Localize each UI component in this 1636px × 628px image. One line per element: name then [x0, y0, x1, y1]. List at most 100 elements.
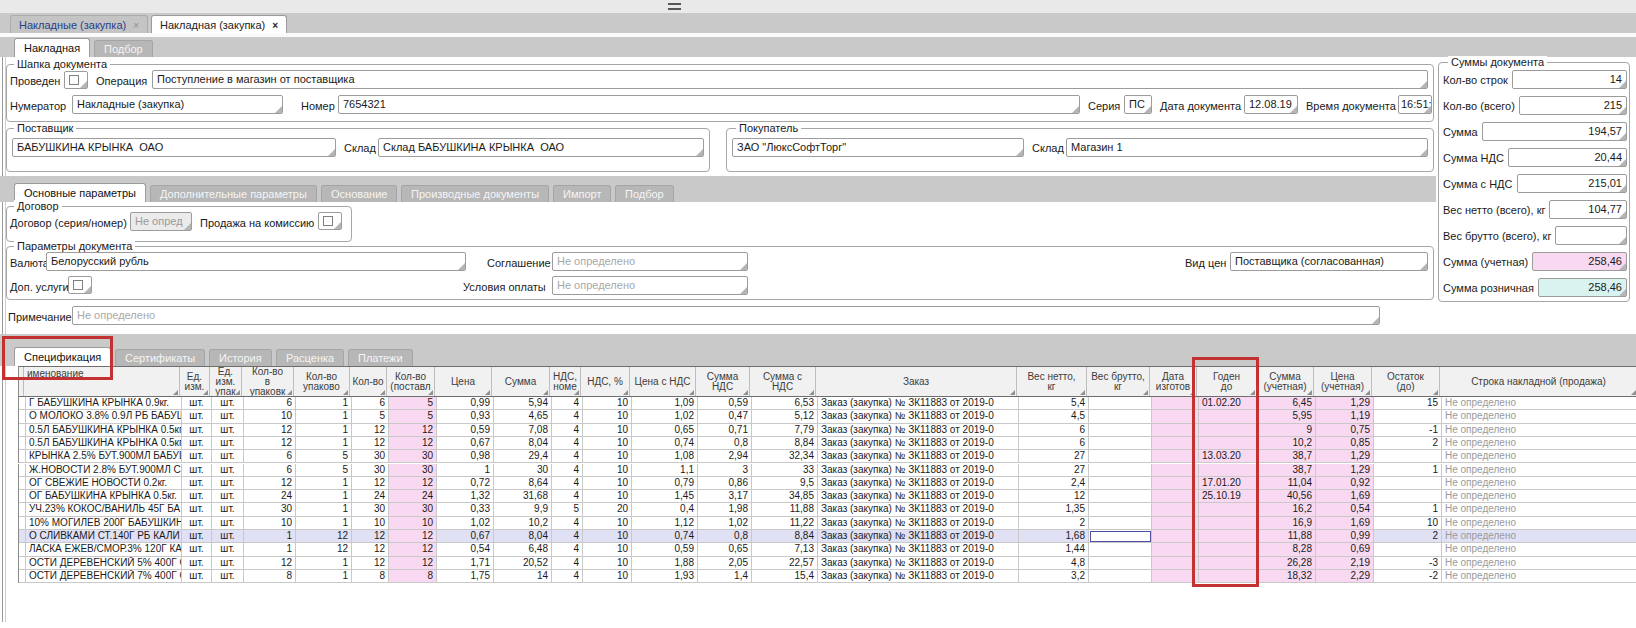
cell-vesnetto[interactable]: 12	[1019, 490, 1089, 503]
proveden-checkbox[interactable]	[64, 71, 88, 89]
cell-ed2[interactable]: шт.	[212, 570, 244, 583]
cell-sel[interactable]	[19, 543, 26, 556]
column-header-kpost[interactable]: Кол-во(поставл	[387, 367, 435, 396]
cell-name[interactable]: 0.5Л БАБУШКИНА КРЫНКА 0.5кг.	[26, 437, 182, 450]
cell-kup[interactable]: 1	[296, 397, 352, 410]
close-icon[interactable]: ×	[272, 20, 278, 31]
cell-summa[interactable]: 8,04	[494, 530, 552, 543]
column-header-ndsnom[interactable]: НДС,номе	[550, 367, 581, 396]
payment-field[interactable]: Не определено	[552, 276, 748, 295]
column-header-vesnetto[interactable]: Вес нетто,кг	[1017, 367, 1087, 396]
cell-name[interactable]: УЧ.23% КОКОС/ВАНИЛЬ 45Г БА	[26, 503, 182, 516]
column-header-ndspct[interactable]: НДС, %	[581, 367, 630, 396]
cell-ostatok[interactable]	[1374, 477, 1442, 490]
param-tab-2[interactable]: Основание	[321, 185, 397, 202]
cell-ndspct[interactable]: 10	[583, 450, 632, 463]
column-header-price[interactable]: Цена	[435, 367, 492, 396]
cell-summands[interactable]: 3	[698, 464, 752, 477]
cell-price[interactable]: 1,75	[437, 570, 494, 583]
table-row[interactable]: КРЫНКА 2.5% БУТ.900МЛ БАБУШшт.шт.6530300…	[18, 450, 1636, 463]
cell-ndsnom[interactable]: 4	[552, 450, 583, 463]
cell-kup[interactable]: 1	[296, 424, 352, 437]
cell-summauch[interactable]: 11,88	[1259, 530, 1316, 543]
column-header-kvu[interactable]: Кол-вовупаковк	[242, 367, 294, 396]
view-tab-0[interactable]: Накладная	[14, 38, 90, 57]
cell-price[interactable]: 0,67	[437, 530, 494, 543]
contract-field[interactable]: Не опред	[130, 212, 192, 231]
cell-kvu[interactable]: 10	[244, 410, 296, 423]
cell-vesbrutto[interactable]	[1089, 517, 1152, 530]
column-header-ostatok[interactable]: Остаток(до)	[1372, 367, 1440, 396]
cell-cenauch[interactable]: 0,75	[1316, 424, 1374, 437]
cell-summa[interactable]: 5,94	[494, 397, 552, 410]
cell-vesbrutto[interactable]	[1089, 410, 1152, 423]
cell-ostatok[interactable]: 1	[1374, 464, 1442, 477]
cell-kpost[interactable]: 12	[389, 530, 437, 543]
cell-summands[interactable]: 0,8	[698, 530, 752, 543]
table-row[interactable]: ОГ СВЕЖИЕ НОВОСТИ 0.2кг.шт.шт.12112120,7…	[18, 477, 1636, 490]
cell-ndspct[interactable]: 10	[583, 490, 632, 503]
cell-ostatok[interactable]: -2	[1374, 570, 1442, 583]
cell-price[interactable]: 1	[437, 464, 494, 477]
cell-kpost[interactable]: 12	[389, 543, 437, 556]
cell-kol[interactable]: 12	[352, 424, 389, 437]
cell-pricends[interactable]: 1,93	[632, 570, 698, 583]
supplier-sklad-field[interactable]: Склад БАБУШКИНА КРЫНКА ОАО	[378, 138, 704, 157]
cell-pricends[interactable]: 0,65	[632, 424, 698, 437]
cell-summasnds[interactable]: 9,5	[752, 477, 818, 490]
cell-ostatok[interactable]: 2	[1374, 530, 1442, 543]
cell-stroka[interactable]: Не определено	[1442, 543, 1636, 556]
cell-name[interactable]: ОСТИ ДЕРЕВЕНСКИЙ 5% 400Г С	[26, 557, 182, 570]
cell-summa[interactable]: 6,48	[494, 543, 552, 556]
cell-price[interactable]: 0,33	[437, 503, 494, 516]
cell-ed2[interactable]: шт.	[212, 437, 244, 450]
cell-kol[interactable]: 8	[352, 570, 389, 583]
cell-ostatok[interactable]	[1374, 450, 1442, 463]
cell-summands[interactable]: 2,94	[698, 450, 752, 463]
cell-kup[interactable]: 1	[296, 490, 352, 503]
cell-price[interactable]: 1,32	[437, 490, 494, 503]
spec-tab-4[interactable]: Платежи	[348, 349, 413, 366]
cell-ndspct[interactable]: 20	[583, 503, 632, 516]
cell-zakaz[interactable]: Заказ (закупка) № ЗК11883 от 2019-0	[818, 570, 1019, 583]
agreement-field[interactable]: Не определено	[552, 252, 748, 271]
cell-summa[interactable]: 31,68	[494, 490, 552, 503]
cell-summands[interactable]: 0,71	[698, 424, 752, 437]
column-header-stroka[interactable]: Строка накладной (продажа)	[1440, 367, 1636, 396]
cell-summauch[interactable]: 26,28	[1259, 557, 1316, 570]
cell-summands[interactable]: 0,65	[698, 543, 752, 556]
cell-vesnetto[interactable]: 4,5	[1019, 410, 1089, 423]
cell-vesnetto[interactable]: 5,4	[1019, 397, 1089, 410]
column-header-summauch[interactable]: Сумма(учетная)	[1257, 367, 1314, 396]
table-row[interactable]: Г БАБУШКИНА КРЫНКА 0.9кг.шт.шт.61650,995…	[18, 397, 1636, 410]
cell-cenauch[interactable]: 1,69	[1316, 490, 1374, 503]
cell-kvu[interactable]: 30	[244, 503, 296, 516]
cell-cenauch[interactable]: 2,19	[1316, 557, 1374, 570]
cell-sel[interactable]	[19, 397, 26, 410]
cell-name[interactable]: 10% МОГИЛЕВ 200Г БАБУШКИН	[26, 517, 182, 530]
cell-kol[interactable]: 12	[352, 530, 389, 543]
cell-name[interactable]: Г БАБУШКИНА КРЫНКА 0.9кг.	[26, 397, 182, 410]
table-row[interactable]: ОГ БАБУШКИНА КРЫНКА 0.5кг.шт.шт.24124241…	[18, 490, 1636, 503]
cell-vesnetto[interactable]: 6	[1019, 437, 1089, 450]
cell-price[interactable]: 0,59	[437, 424, 494, 437]
spec-tab-1[interactable]: Сертификаты	[115, 349, 205, 366]
column-header-ed2[interactable]: Ед.изм.упак	[210, 367, 242, 396]
cell-summands[interactable]: 0,8	[698, 437, 752, 450]
cell-ndspct[interactable]: 10	[583, 437, 632, 450]
cell-kpost[interactable]: 30	[389, 503, 437, 516]
cell-kol[interactable]: 12	[352, 477, 389, 490]
cell-vesbrutto[interactable]	[1089, 503, 1152, 516]
cell-cenauch[interactable]: 1,29	[1316, 397, 1374, 410]
currency-field[interactable]: Белорусский рубль	[46, 252, 466, 271]
table-row[interactable]: О МОЛОКО 3.8% 0.9Л РБ БАБУШшт.шт.101550,…	[18, 410, 1636, 423]
column-header-summa[interactable]: Сумма	[492, 367, 550, 396]
column-header-dataizg[interactable]: Датаизготов	[1150, 367, 1197, 396]
cell-ndspct[interactable]: 10	[583, 530, 632, 543]
cell-kol[interactable]: 12	[352, 557, 389, 570]
cell-ndsnom[interactable]: 4	[552, 477, 583, 490]
cell-ndspct[interactable]: 10	[583, 477, 632, 490]
doc-date-field[interactable]: 12.08.19	[1244, 95, 1298, 114]
cell-price[interactable]: 1,02	[437, 517, 494, 530]
cell-summands[interactable]: 1,98	[698, 503, 752, 516]
